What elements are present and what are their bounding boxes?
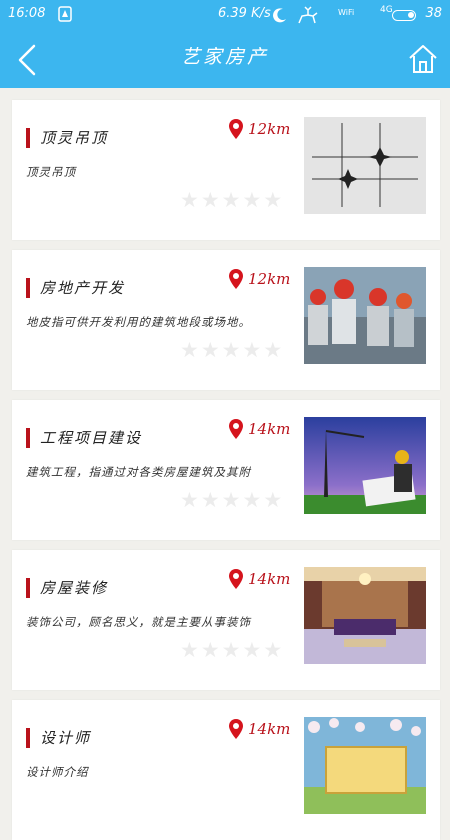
- listing-description: 装饰公司，顾名思义，就是主要从事装饰: [26, 615, 251, 629]
- deer-icon: [298, 6, 318, 24]
- star-icon: ★: [200, 188, 220, 212]
- star-icon: ★: [242, 338, 262, 362]
- title-marker: [26, 278, 30, 298]
- listing-description: 建筑工程，指通过对各类房屋建筑及其附: [26, 465, 251, 479]
- title-marker: [26, 428, 30, 448]
- rating-stars: ★ ★ ★ ★ ★: [180, 338, 295, 362]
- rating-stars: ★ ★ ★ ★ ★: [180, 638, 295, 662]
- home-icon[interactable]: [406, 42, 440, 76]
- battery-toggle-icon: [392, 10, 416, 21]
- star-icon: ★: [263, 338, 283, 362]
- status-time: 16:08: [8, 6, 46, 21]
- net-label: 4G: [380, 5, 393, 15]
- construction-image: [304, 417, 426, 514]
- listing-title: 工程项目建设: [40, 429, 143, 447]
- page-title: 艺家房产: [180, 46, 269, 68]
- star-icon: ★: [242, 188, 262, 212]
- star-icon: ★: [221, 488, 241, 512]
- listing-description: 地皮指可供开发利用的建筑地段或场地。: [26, 315, 251, 329]
- star-icon: ★: [263, 488, 283, 512]
- rating-stars: ★ ★ ★ ★ ★: [180, 488, 295, 512]
- location-pin-icon: [229, 569, 243, 589]
- battery-level: 38: [425, 6, 442, 21]
- rating-stars: ★ ★ ★ ★ ★: [180, 188, 295, 212]
- star-icon: ★: [221, 338, 241, 362]
- location-pin-icon: [229, 119, 243, 139]
- star-icon: ★: [180, 638, 199, 662]
- listing-card[interactable]: 房地产开发 12km 地皮指可供开发利用的建筑地段或场地。 ★ ★ ★ ★ ★: [12, 250, 440, 390]
- star-icon: ★: [221, 188, 241, 212]
- location-pin-icon: [229, 269, 243, 289]
- star-icon: ★: [242, 488, 262, 512]
- location-pin-icon: [229, 719, 243, 739]
- nav-bar: 艺家房产: [0, 30, 450, 88]
- title-marker: [26, 128, 30, 148]
- title-marker: [26, 578, 30, 598]
- title-marker: [26, 728, 30, 748]
- designer-image: [304, 717, 426, 814]
- star-icon: ★: [221, 638, 241, 662]
- moon-icon: [273, 8, 286, 23]
- listing-card[interactable]: 工程项目建设 14km 建筑工程，指通过对各类房屋建筑及其附 ★ ★ ★ ★ ★: [12, 400, 440, 540]
- listing-title: 房屋装修: [40, 579, 109, 597]
- star-icon: ★: [180, 488, 199, 512]
- listing-title: 房地产开发: [40, 279, 126, 297]
- listing-distance: 14km: [248, 570, 291, 588]
- wifi-label: WiFi: [338, 8, 355, 17]
- location-pin-icon: [229, 419, 243, 439]
- star-icon: ★: [200, 488, 220, 512]
- living-room-image: [304, 567, 426, 664]
- star-icon: ★: [263, 188, 283, 212]
- star-icon: ★: [242, 638, 262, 662]
- notification-icon: [58, 6, 72, 22]
- listing-description: 顶灵吊顶: [26, 165, 76, 179]
- star-icon: ★: [180, 338, 199, 362]
- listing-card[interactable]: 房屋装修 14km 装饰公司，顾名思义，就是主要从事装饰 ★ ★ ★ ★ ★: [12, 550, 440, 690]
- listing-distance: 12km: [248, 270, 291, 288]
- listing-distance: 12km: [248, 120, 291, 138]
- listing-title: 设计师: [40, 729, 92, 747]
- star-icon: ★: [180, 188, 199, 212]
- listing-distance: 14km: [248, 720, 291, 738]
- workers-image: [304, 267, 426, 364]
- listing-description: 设计师介绍: [26, 765, 89, 779]
- star-icon: ★: [200, 338, 220, 362]
- star-icon: ★: [263, 638, 283, 662]
- status-bar: 16:08 6.39 K/s WiFi 4G 38: [0, 0, 450, 30]
- ceiling-image: [304, 117, 426, 214]
- network-speed: 6.39 K/s: [218, 6, 271, 21]
- listing-title: 顶灵吊顶: [40, 129, 109, 147]
- listing-card[interactable]: 设计师 14km 设计师介绍: [12, 700, 440, 840]
- listing-card[interactable]: 顶灵吊顶 12km 顶灵吊顶 ★ ★ ★ ★ ★: [12, 100, 440, 240]
- star-icon: ★: [200, 638, 220, 662]
- listing-distance: 14km: [248, 420, 291, 438]
